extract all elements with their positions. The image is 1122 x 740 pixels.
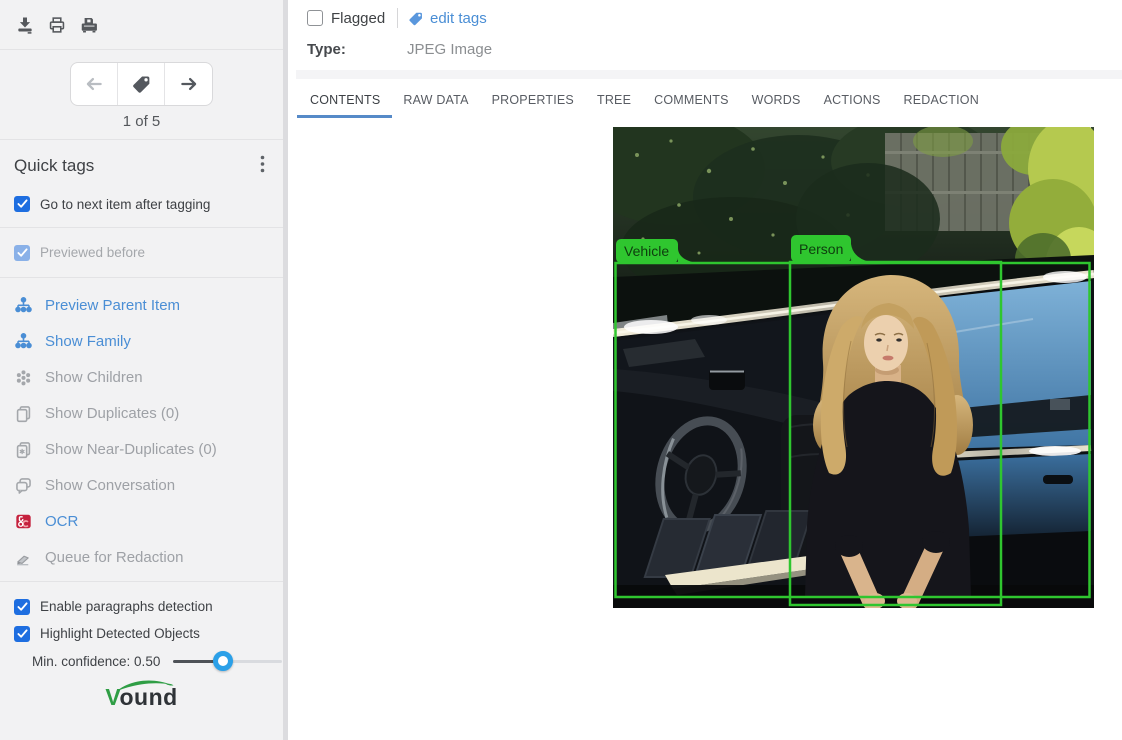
arrow-left-icon <box>83 74 105 94</box>
kebab-menu-icon <box>260 155 265 173</box>
type-value: JPEG Image <box>407 41 492 58</box>
hierarchy-icon <box>14 332 33 351</box>
tab-tree[interactable]: TREE <box>597 87 631 118</box>
download-icon <box>15 15 35 35</box>
action-ocr[interactable]: OCR <box>0 503 283 539</box>
download-button[interactable] <box>12 12 38 38</box>
tag-icon <box>130 73 152 95</box>
tab-raw-data[interactable]: RAW DATA <box>403 87 468 118</box>
copies-star-icon <box>14 440 33 459</box>
next-item-button[interactable] <box>165 63 212 105</box>
tab-redaction[interactable]: REDACTION <box>904 87 979 118</box>
arrow-right-icon <box>178 74 200 94</box>
pager-label: 1 of 5 <box>0 113 283 130</box>
action-show-children[interactable]: Show Children <box>0 359 283 395</box>
sidebar-scrollbar[interactable] <box>283 0 288 740</box>
tab-properties[interactable]: PROPERTIES <box>492 87 574 118</box>
flagged-label: Flagged <box>331 10 385 27</box>
quick-tags-title: Quick tags <box>14 156 94 176</box>
logo-swoosh-icon <box>116 677 174 693</box>
check-icon <box>17 629 28 639</box>
highlight-objects-label: Highlight Detected Objects <box>40 626 200 641</box>
person-figure <box>805 275 973 608</box>
action-show-duplicates[interactable]: Show Duplicates (0) <box>0 395 283 431</box>
go-to-next-label: Go to next item after tagging <box>40 197 210 212</box>
min-confidence-label: Min. confidence: 0.50 <box>32 654 160 669</box>
action-show-near-duplicates[interactable]: Show Near-Duplicates (0) <box>0 431 283 467</box>
type-label: Type: <box>307 41 346 58</box>
item-navigation: 1 of 5 <box>0 51 283 140</box>
redaction-marker-icon <box>14 548 33 567</box>
left-sidebar: 1 of 5 Quick tags Go to next item after … <box>0 0 283 740</box>
previewed-before-label: Previewed before <box>40 245 145 260</box>
tab-actions[interactable]: ACTIONS <box>824 87 881 118</box>
detection-options: Enable paragraphs detection Highlight De… <box>0 582 283 675</box>
action-preview-parent-item[interactable]: Preview Parent Item <box>0 287 283 323</box>
edit-tags-label: edit tags <box>430 10 487 27</box>
paragraphs-detection-label: Enable paragraphs detection <box>40 599 213 614</box>
item-actions-list: Preview Parent Item Show Family <box>0 278 283 581</box>
preview-photo: Vehicle Person <box>613 127 1094 608</box>
detection-label-person: Person <box>799 241 843 257</box>
confidence-slider[interactable] <box>173 651 282 671</box>
print-button[interactable] <box>44 12 70 38</box>
nav-button-group <box>70 62 213 106</box>
header-divider <box>397 8 398 28</box>
action-show-conversation[interactable]: Show Conversation <box>0 467 283 503</box>
conversation-icon <box>14 476 33 495</box>
tag-item-button[interactable] <box>118 63 165 105</box>
check-icon <box>17 248 28 258</box>
preview-tabs: CONTENTS RAW DATA PROPERTIES TREE COMMEN… <box>297 87 979 118</box>
image-preview: Vehicle Person <box>613 127 1094 608</box>
edit-tags-link[interactable]: edit tags <box>407 8 487 28</box>
quick-tags-menu-button[interactable] <box>260 155 265 178</box>
previous-item-button[interactable] <box>71 63 118 105</box>
slider-thumb[interactable] <box>213 651 233 671</box>
action-show-family[interactable]: Show Family <box>0 323 283 359</box>
check-icon <box>17 602 28 612</box>
flagged-control: Flagged <box>307 8 385 28</box>
copies-icon <box>14 404 33 423</box>
print-icon <box>47 15 67 35</box>
print-image-icon <box>78 15 100 35</box>
tab-words[interactable]: WORDS <box>752 87 801 118</box>
tab-contents[interactable]: CONTENTS <box>310 87 380 118</box>
detection-label-vehicle: Vehicle <box>624 243 669 259</box>
preview-toolbar <box>0 0 283 50</box>
highlight-objects-checkbox[interactable] <box>14 626 30 642</box>
flagged-checkbox[interactable] <box>307 10 323 26</box>
tab-comments[interactable]: COMMENTS <box>654 87 729 118</box>
print-image-button[interactable] <box>76 12 102 38</box>
paragraphs-detection-checkbox[interactable] <box>14 599 30 615</box>
hierarchy-icon <box>14 296 33 315</box>
action-queue-for-redaction[interactable]: Queue for Redaction <box>0 539 283 575</box>
dot-cluster-icon <box>14 368 33 387</box>
ocr-icon <box>14 512 33 531</box>
check-icon <box>17 199 28 209</box>
edit-tags-tag-icon <box>407 10 424 27</box>
vound-logo: Vound <box>105 684 177 711</box>
previewed-before-checkbox[interactable] <box>14 245 30 261</box>
header-separator-band <box>296 70 1122 79</box>
go-to-next-checkbox[interactable] <box>14 196 30 212</box>
